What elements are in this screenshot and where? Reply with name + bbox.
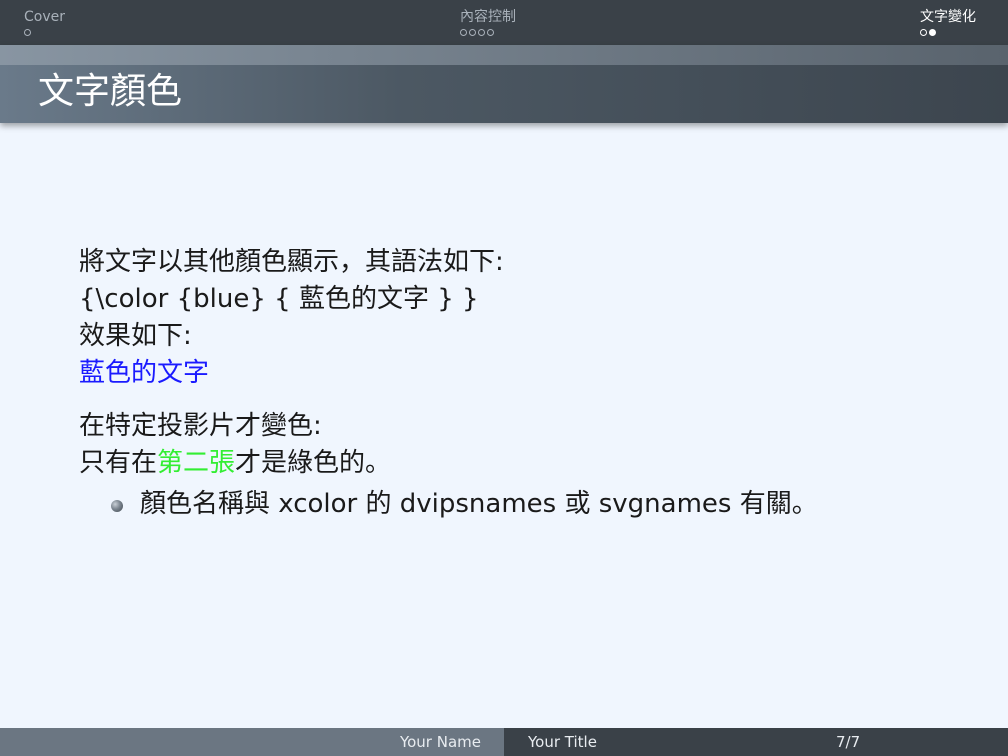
slide-dot-icon[interactable]: [478, 28, 485, 36]
nav-section-content-control[interactable]: 內容控制: [460, 8, 516, 37]
footer-author-box: Your Name: [0, 728, 504, 756]
bullet-text: 顏色名稱與 xcolor 的 dvipsnames 或 svgnames 有關。: [140, 489, 818, 519]
intro-text: 將文字以其他顏色顯示，其語法如下:: [79, 247, 504, 277]
nav-section-text-changes[interactable]: 文字變化: [920, 8, 976, 37]
nav-dots: [920, 27, 976, 37]
slide-content: 將文字以其他顏色顯示，其語法如下: {\color {blue} { 藍色的文字…: [79, 244, 959, 523]
nav-dots: [460, 27, 516, 37]
bullet-list: 顏色名稱與 xcolor 的 dvipsnames 或 svgnames 有關。: [79, 486, 959, 523]
slide-dot-icon[interactable]: [460, 28, 467, 36]
bullet-ball-icon: [111, 500, 123, 512]
nav-section-title[interactable]: 內容控制: [460, 8, 516, 26]
nav-dots: [24, 27, 65, 37]
list-item: 顏色名稱與 xcolor 的 dvipsnames 或 svgnames 有關。: [79, 486, 959, 523]
slide-dot-icon[interactable]: [24, 28, 31, 36]
blue-text-example: 藍色的文字: [79, 358, 210, 388]
footer-title: Your Title: [528, 733, 597, 751]
green-text-example: 第二張: [157, 448, 236, 478]
nav-section-title[interactable]: 文字變化: [920, 8, 976, 26]
nav-section-title[interactable]: Cover: [24, 8, 65, 26]
nav-section-cover[interactable]: Cover: [24, 8, 65, 37]
navigation-bar: Cover 內容控制 文字變化: [0, 0, 1008, 45]
page-number: 7/7: [836, 733, 861, 751]
frame-title-bar: 文字顏色: [0, 45, 1008, 123]
overlay-prefix: 只有在: [79, 448, 158, 478]
frame-title: 文字顏色: [38, 71, 183, 112]
effect-label: 效果如下:: [79, 321, 192, 351]
footer-author: Your Name: [399, 733, 481, 751]
syntax-example: {\color {blue} { 藍色的文字 } }: [79, 284, 479, 314]
current-slide-dot-icon[interactable]: [929, 28, 936, 36]
slide-dot-icon[interactable]: [920, 28, 927, 36]
overlay-suffix: 才是綠色的。: [235, 448, 392, 478]
overlay-sentence: 只有在第二張才是綠色的。: [79, 445, 959, 482]
slide-dot-icon[interactable]: [487, 28, 494, 36]
slide-dot-icon[interactable]: [469, 28, 476, 36]
overlay-label: 在特定投影片才變色:: [79, 411, 322, 441]
footer-bar: Your Name Your Title 7/7: [0, 728, 1008, 756]
